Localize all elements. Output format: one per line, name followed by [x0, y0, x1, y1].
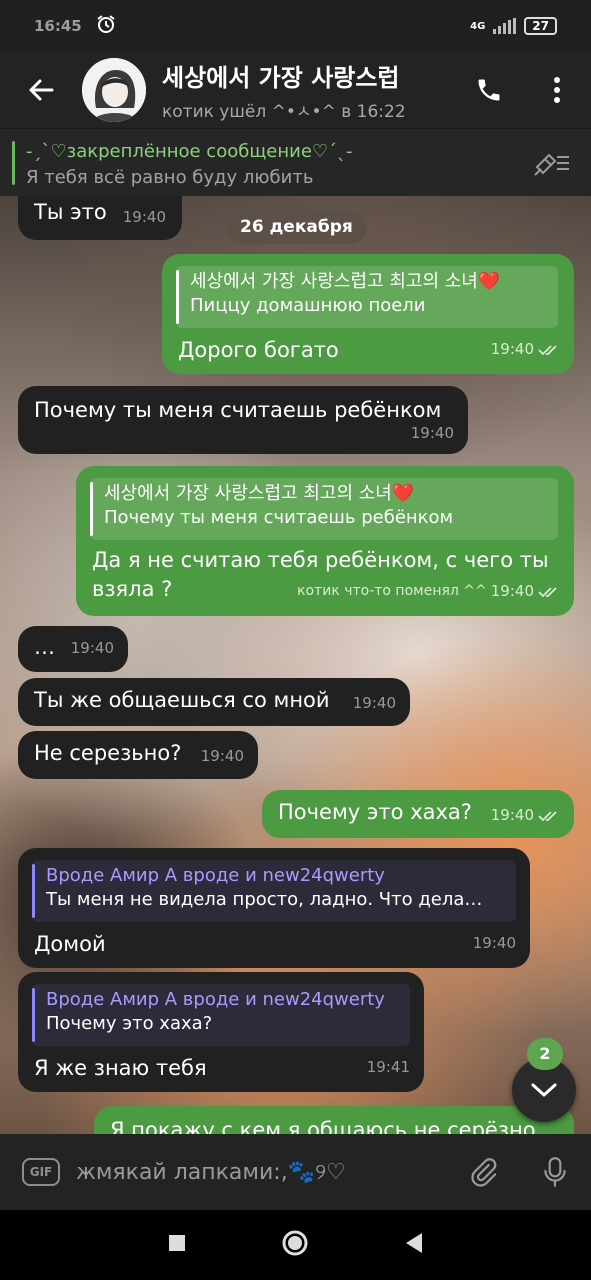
reply-quote[interactable]: 세상에서 가장 사랑스럽고 최고의 소녀❤️ Пиццу домашнюю по…: [176, 266, 558, 328]
message-bubble[interactable]: … 19:40: [18, 626, 128, 672]
reply-text: Почему это хаха?: [46, 1013, 213, 1034]
message-text: Дорого богато: [178, 338, 339, 362]
pinned-title: -ˏˋ♡закреплённое сообщение♡ˊˎ-: [26, 141, 353, 162]
arrow-left-icon: [29, 79, 54, 101]
system-back-button[interactable]: [404, 1232, 424, 1258]
unpin-list-icon: [534, 153, 569, 176]
date-divider: 26 декабря: [226, 210, 367, 244]
message-bubble[interactable]: Ты это 19:40: [18, 196, 182, 240]
message-time: 19:40: [410, 424, 454, 442]
home-circle-icon: [282, 1230, 307, 1256]
signal-icon: [493, 18, 517, 34]
message-time: 19:40: [122, 208, 166, 226]
message-bubble[interactable]: 세상에서 가장 사랑스럽고 최고의 소녀❤️ Пиццу домашнюю по…: [162, 254, 574, 374]
more-vertical-icon: [554, 77, 560, 103]
paperclip-icon: [471, 1158, 497, 1187]
double-check-icon: [538, 586, 557, 597]
message-input[interactable]: жмякай лапками:,🐾୨♡: [76, 1160, 447, 1185]
battery-indicator: 27: [524, 17, 557, 35]
message-text: Почему это хаха?: [278, 800, 472, 824]
avatar[interactable]: [82, 58, 146, 122]
message-text: Ты это: [34, 200, 107, 224]
square-icon: [168, 1235, 185, 1251]
message-time: 19:40: [200, 747, 244, 765]
edited-label: котик что-то поменял ^^: [297, 583, 487, 599]
phone-icon: [478, 79, 500, 101]
gif-button[interactable]: GIF: [22, 1158, 60, 1186]
chat-status: котик ушёл ^•ㅅ•^ в 16:22: [162, 102, 406, 122]
message-text: Не серезьно?: [34, 741, 182, 765]
reply-text: Почему ты меня считаешь ребёнком: [104, 507, 454, 528]
double-check-icon: [538, 810, 557, 821]
reply-text: Пиццу домашнюю поели: [190, 295, 426, 316]
more-menu-button[interactable]: [523, 52, 591, 128]
reply-quote[interactable]: Вроде Амир А вроде и new24qwerty Почему …: [32, 984, 410, 1046]
pinned-bar: [12, 141, 15, 185]
pinned-text: Я тебя всё равно буду любить: [26, 167, 314, 188]
message-text: Я покажу с кем я общаюсь не серёзно: [110, 1118, 536, 1134]
pinned-message[interactable]: -ˏˋ♡закреплённое сообщение♡ˊˎ- Я тебя вс…: [0, 128, 591, 196]
message-text: Почему ты меня считаешь ребёнком: [34, 398, 442, 422]
chat-title[interactable]: 세상에서 가장 사랑스럽: [162, 58, 455, 93]
message-input-bar: GIF жмякай лапками:,🐾୨♡: [0, 1134, 591, 1210]
reply-quote[interactable]: 세상에서 가장 사랑스럽고 최고의 소녀❤️ Почему ты меня сч…: [90, 478, 558, 540]
message-time: 19:40: [491, 335, 560, 364]
pinned-list-button[interactable]: [533, 147, 571, 181]
status-bar: 16:45 4G 27: [0, 0, 591, 52]
call-button[interactable]: [455, 52, 523, 128]
message-bubble[interactable]: Вроде Амир А вроде и new24qwerty Почему …: [18, 972, 424, 1092]
message-text: …: [34, 635, 55, 659]
message-bubble[interactable]: Вроде Амир А вроде и new24qwerty Ты меня…: [18, 848, 530, 968]
message-bubble[interactable]: Ты же общаешься со мной 19:40: [18, 678, 410, 726]
chat-header: 세상에서 가장 사랑스럽 котик ушёл ^•ㅅ•^ в 16:22: [0, 52, 591, 128]
message-time: 19:41: [366, 1058, 410, 1076]
message-time: котик что-то поменял ^^ 19:40: [297, 577, 560, 606]
reply-author: Вроде Амир А вроде и new24qwerty: [46, 865, 385, 886]
reply-text: Ты меня не видела просто, ладно. Что дел…: [46, 889, 483, 910]
reply-author: 세상에서 가장 사랑스럽고 최고의 소녀❤️: [104, 483, 415, 504]
unread-badge[interactable]: 2: [527, 1038, 563, 1070]
message-bubble[interactable]: Почему это хаха? 19:40: [262, 790, 574, 838]
recent-apps-button[interactable]: [168, 1234, 186, 1256]
home-button[interactable]: [281, 1229, 309, 1261]
reply-quote[interactable]: Вроде Амир А вроде и new24qwerty Ты меня…: [32, 860, 516, 922]
microphone-icon: [544, 1157, 566, 1187]
message-time: 19:40: [352, 694, 396, 712]
message-text: Домой: [34, 932, 106, 956]
chevron-down-icon: [531, 1083, 557, 1097]
attach-button[interactable]: [447, 1134, 519, 1210]
reply-author: Вроде Амир А вроде и new24qwerty: [46, 989, 385, 1010]
reply-author: 세상에서 가장 사랑스럽고 최고의 소녀❤️: [190, 271, 501, 292]
message-time: 19:40: [491, 801, 560, 830]
back-button[interactable]: [0, 52, 82, 128]
alarm-icon: [96, 14, 116, 39]
system-nav-bar: [0, 1210, 591, 1280]
chat-area[interactable]: Ты это 19:40 26 декабря 세상에서 가장 사랑스럽고 최고…: [0, 196, 591, 1134]
message-bubble[interactable]: Не серезьно? 19:40: [18, 731, 258, 779]
message-bubble[interactable]: Почему ты меня считаешь ребёнком 19:40: [18, 386, 468, 454]
message-bubble[interactable]: Я покажу с кем я общаюсь не серёзно: [94, 1106, 574, 1134]
status-time: 16:45: [34, 17, 82, 35]
double-check-icon: [538, 344, 557, 355]
network-label: 4G: [470, 20, 486, 32]
message-bubble[interactable]: 세상에서 가장 사랑스럽고 최고의 소녀❤️ Почему ты меня сч…: [76, 466, 574, 616]
triangle-back-icon: [405, 1233, 422, 1253]
message-text: Ты же общаешься со мной: [34, 688, 330, 712]
message-time: 19:40: [472, 934, 516, 952]
message-time: 19:40: [70, 639, 114, 657]
voice-button[interactable]: [519, 1134, 591, 1210]
message-text: Я же знаю тебя: [34, 1056, 207, 1080]
